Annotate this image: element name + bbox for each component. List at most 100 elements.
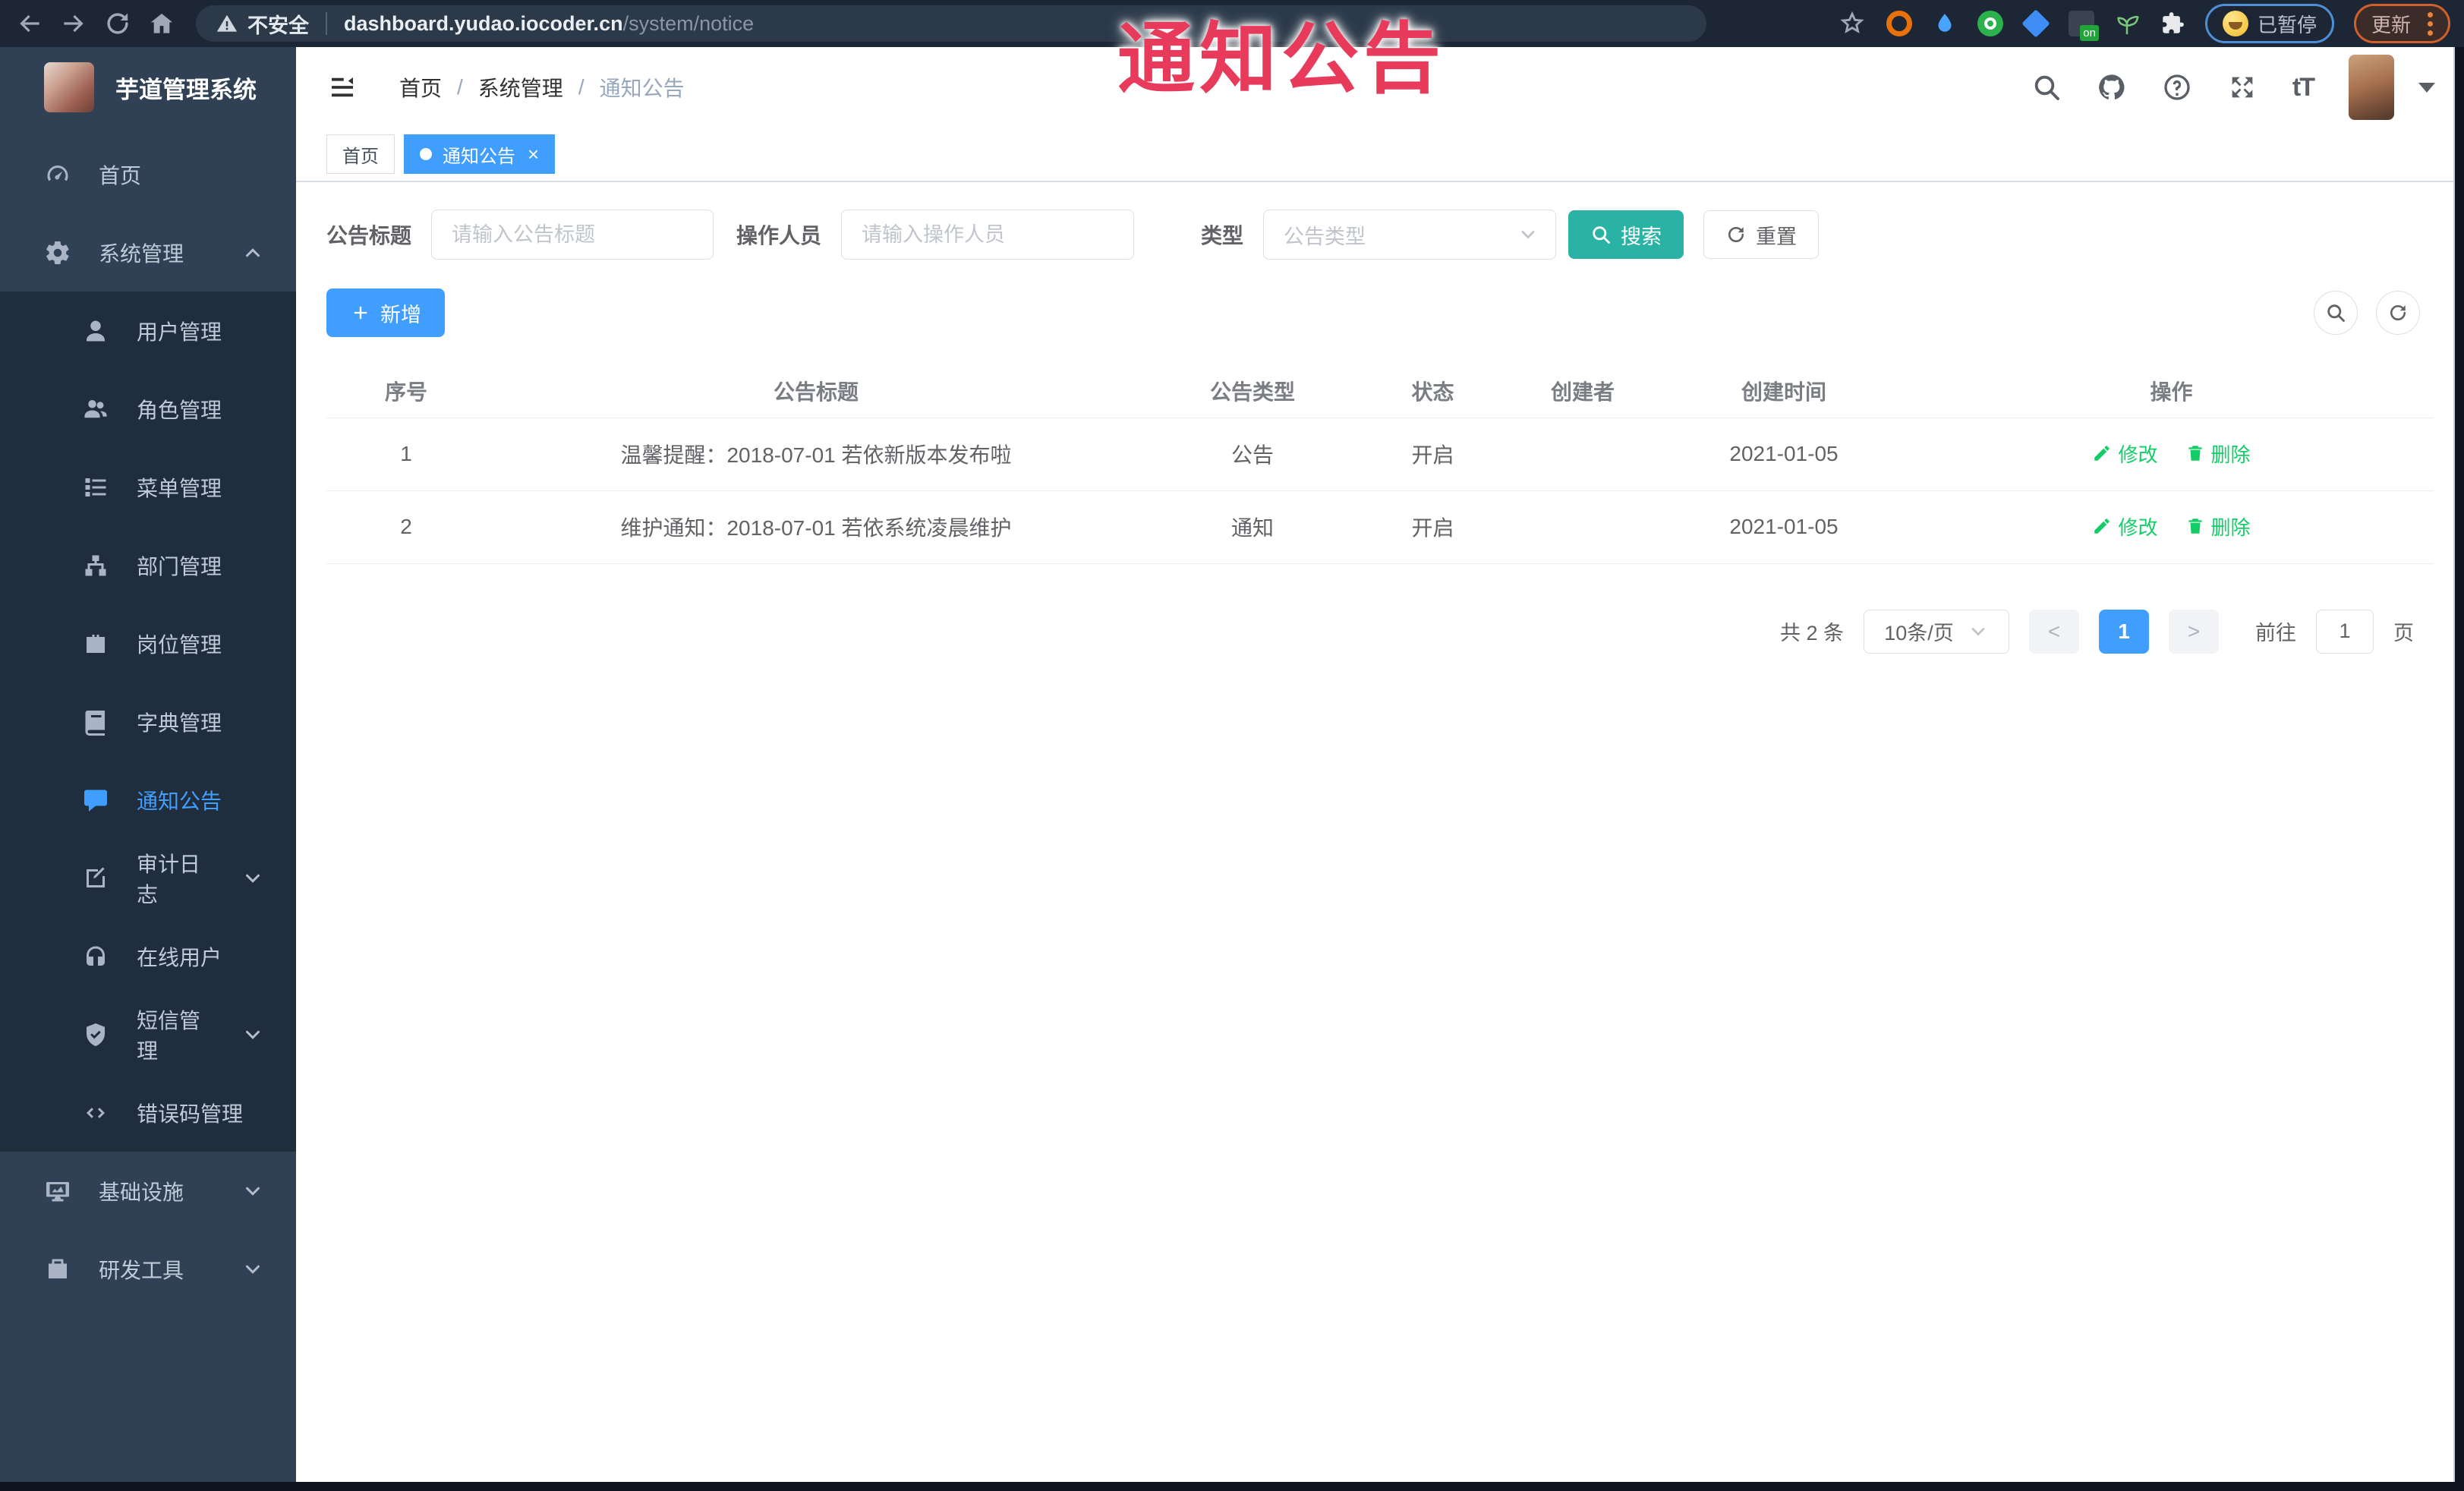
cell-title: 维护通知：2018-07-01 若依系统凌晨维护 [486,490,1146,564]
browser-reload-icon[interactable] [103,9,132,38]
security-label: 不安全 [247,14,309,37]
sidebar-item-错误码管理[interactable]: 错误码管理 [0,1073,296,1152]
refresh-table-button[interactable] [2376,291,2420,335]
sidebar-item-用户管理[interactable]: 用户管理 [0,292,296,370]
table-tools [2314,291,2420,335]
sidebar-item-研发工具[interactable]: 研发工具 [0,1230,296,1308]
next-page-button[interactable]: > [2169,609,2219,654]
column-header-操作: 操作 [1909,364,2434,418]
avatar-caret-icon[interactable] [2418,82,2435,93]
operator-input[interactable] [841,210,1135,260]
browser-home-icon[interactable] [147,9,176,38]
delete-link[interactable]: 删除 [2185,440,2251,468]
font-size-icon[interactable]: tT [2292,73,2315,102]
filter-operator-label: 操作人员 [736,224,822,247]
user-avatar[interactable] [2349,55,2394,120]
header-search-icon[interactable] [2031,72,2062,102]
browser-back-icon[interactable] [15,9,44,38]
table-header-row: 序号 公告标题 公告类型 状态 创建者 创建时间 操作 [326,364,2434,418]
bookmark-star-icon[interactable] [1838,9,1867,38]
goto-suffix: 页 [2393,622,2414,645]
sidebar-item-系统管理[interactable]: 系统管理 [0,213,296,292]
sidebar-item-审计日志[interactable]: 审计日志 [0,839,296,917]
breadcrumb-system[interactable]: 系统管理 [478,72,563,102]
tab-home[interactable]: 首页 [326,134,395,174]
chevron-down-icon [241,1258,264,1281]
pagination: 共 2 条 10条/页 < 1 > 前往 页 [326,609,2434,654]
help-icon[interactable] [2162,72,2192,102]
search-button-label: 搜索 [1621,225,1662,248]
notice-title-input[interactable] [431,210,714,260]
profile-paused-pill[interactable]: 已暂停 [2204,4,2334,43]
extension-dark-icon[interactable]: on [2068,11,2099,41]
fullscreen-icon[interactable] [2227,72,2258,102]
org-tree-icon [82,552,109,579]
column-header-公告类型: 公告类型 [1146,364,1359,418]
search-button[interactable]: 搜索 [1568,210,1684,259]
sidebar-item-岗位管理[interactable]: 岗位管理 [0,604,296,682]
browser-menu-kebab-icon[interactable] [2428,11,2433,36]
breadcrumb-separator: / [457,75,463,99]
screenshot-root: 不安全 dashboard.yudao.iocoder.cn/system/no… [0,0,2464,1491]
extensions-puzzle-icon[interactable] [2160,11,2185,36]
sidebar-item-部门管理[interactable]: 部门管理 [0,526,296,604]
dashboard-icon [44,161,71,188]
prev-page-button[interactable]: < [2029,609,2079,654]
cell-no: 2 [326,490,486,564]
column-header-状态: 状态 [1359,364,1507,418]
sidebar-item-首页[interactable]: 首页 [0,135,296,213]
url-bar[interactable]: 不安全 dashboard.yudao.iocoder.cn/system/no… [196,5,1706,42]
refresh-icon [2387,302,2409,323]
browser-forward-icon[interactable] [59,9,88,38]
tab-notice[interactable]: 通知公告 × [404,134,556,174]
sidebar-item-字典管理[interactable]: 字典管理 [0,682,296,761]
column-header-创建时间: 创建时间 [1659,364,1909,418]
app-title: 芋道管理系统 [115,76,257,103]
sidebar-item-label: 岗位管理 [137,632,222,657]
page-1-button[interactable]: 1 [2099,609,2149,654]
sidebar-collapse-icon[interactable] [326,71,358,103]
cell-actions: 修改 删除 [1909,417,2434,491]
page-size-select[interactable]: 10条/页 [1864,609,2009,654]
browser-scrollbar-track[interactable] [2453,47,2464,1491]
goto-prefix: 前往 [2255,622,2296,645]
overlay-annotation: 通知公告 [1117,16,1445,102]
reset-button[interactable]: 重置 [1703,210,1820,259]
window-bottom-edge [0,1482,2464,1491]
edit-link[interactable]: 修改 [2092,512,2158,541]
sidebar-item-短信管理[interactable]: 短信管理 [0,995,296,1073]
breadcrumb-current: 通知公告 [599,77,685,100]
cell-created-at: 2021-01-05 [1659,490,1909,564]
breadcrumb-home[interactable]: 首页 [399,72,442,102]
goto-page-input[interactable] [2316,609,2374,654]
extension-green-circle-icon[interactable] [1977,11,2003,36]
tab-label: 通知公告 [443,146,515,167]
select-placeholder: 公告类型 [1284,225,1366,248]
cell-creator [1507,417,1659,491]
edit-link[interactable]: 修改 [2092,440,2158,468]
github-icon[interactable] [2097,72,2127,102]
notice-type-select[interactable]: 公告类型 [1263,210,1557,260]
sidebar-item-基础设施[interactable]: 基础设施 [0,1152,296,1230]
sidebar-item-菜单管理[interactable]: 菜单管理 [0,448,296,526]
browser-update-button[interactable]: 更新 [2353,4,2450,43]
extension-blue-drop-icon[interactable] [1932,11,1958,36]
add-button[interactable]: 新增 [326,288,445,337]
trash-icon [2185,516,2205,536]
audit-icon [82,865,109,892]
extension-blue-diamond-icon[interactable] [2021,9,2050,38]
cell-title: 温馨提醒：2018-07-01 若依新版本发布啦 [486,417,1146,491]
extension-orange-ring-icon[interactable] [1886,11,1912,36]
sidebar-item-在线用户[interactable]: 在线用户 [0,917,296,995]
hide-search-button[interactable] [2314,291,2358,335]
sidebar-item-通知公告[interactable]: 通知公告 [0,761,296,839]
extension-sprout-icon[interactable] [2114,11,2140,36]
emoji-avatar-icon [2222,11,2248,36]
filter-title-label: 公告标题 [326,224,412,247]
sidebar-item-角色管理[interactable]: 角色管理 [0,370,296,448]
tab-close-icon[interactable]: × [528,144,539,164]
app-logo-row[interactable]: 芋道管理系统 [0,47,296,128]
sidebar-item-label: 在线用户 [137,945,222,969]
delete-link[interactable]: 删除 [2185,512,2251,541]
url-host: dashboard.yudao.iocoder.cn [344,11,623,35]
